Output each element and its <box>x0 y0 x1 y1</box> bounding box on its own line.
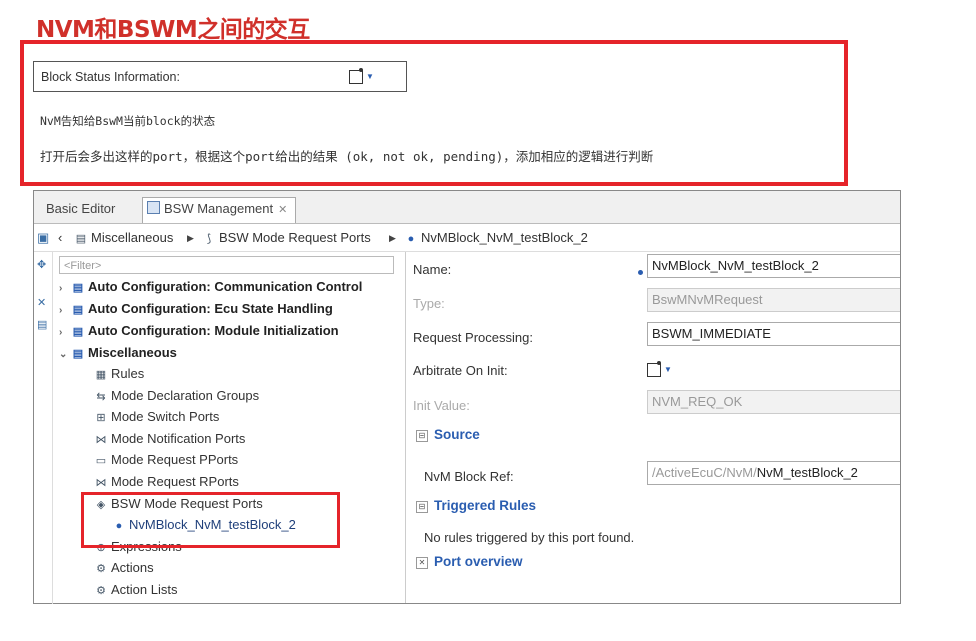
init-value-label: Init Value: <box>413 398 470 413</box>
toolbar-link-icon[interactable]: ✥ <box>37 258 46 271</box>
tree-node-auto-config-ecu[interactable]: › ▤ Auto Configuration: Ecu State Handling <box>59 300 333 319</box>
block-status-combo[interactable]: Block Status Information: ▼ <box>33 61 407 92</box>
container-icon: ▤ <box>72 304 84 316</box>
tree-node-rules[interactable]: ▦ Rules <box>94 365 144 384</box>
notification-port-icon: ⋈ <box>95 434 107 446</box>
tab-bsw-management[interactable]: BSW Management ✕ <box>142 197 297 223</box>
folder-icon: ▤ <box>75 233 87 245</box>
type-field: BswMNvMRequest <box>647 288 900 312</box>
tree-node-mode-request-pports[interactable]: ▭ Mode Request PPorts <box>94 451 238 470</box>
editor-tab-bar: Basic Editor BSW Management ✕ <box>34 191 900 224</box>
slide-title: NVM和BSWM之间的交互 <box>36 17 310 43</box>
arbitrate-on-init-label: Arbitrate On Init: <box>413 363 508 378</box>
required-marker-icon <box>638 270 643 275</box>
note-line-2: 打开后会多出这样的port，根据这个port给出的结果 (ok, not ok,… <box>40 149 654 164</box>
type-label: Type: <box>413 296 445 311</box>
expand-icon: ⊟ <box>416 501 428 513</box>
container-icon: ▤ <box>72 282 84 294</box>
tree-node-miscellaneous[interactable]: ⌄ ▤ Miscellaneous <box>59 344 177 363</box>
tree-node-mode-notification-ports[interactable]: ⋈ Mode Notification Ports <box>94 430 246 449</box>
nvm-block-ref-field[interactable]: /ActiveEcuC/NvM/NvM_testBlock_2 <box>647 461 900 485</box>
highlight-frame-nvm-block <box>81 492 340 548</box>
nav-back-icon[interactable]: ‹ <box>58 225 62 251</box>
action-lists-icon: ⚙ <box>96 585 106 597</box>
collapse-icon: ✕ <box>416 557 428 569</box>
editor-icon <box>147 201 160 214</box>
switch-port-icon: ⊞ <box>96 412 106 424</box>
toolbar-filter-icon[interactable]: ▤ <box>37 318 47 331</box>
breadcrumb-bsw-mode-request-ports[interactable]: ⟆ BSW Mode Request Ports <box>202 225 371 252</box>
source-section-toggle[interactable]: ⊟ Source <box>416 427 480 442</box>
tree-node-mode-declaration-groups[interactable]: ⇆ Mode Declaration Groups <box>94 387 259 406</box>
block-status-label: Block Status Information: <box>41 70 180 84</box>
nvm-block-ref-label: NvM Block Ref: <box>424 469 514 484</box>
tab-basic-editor[interactable]: Basic Editor <box>46 198 115 222</box>
tree-node-mode-request-rports[interactable]: ⋈ Mode Request RPorts <box>94 473 239 492</box>
pport-icon: ▭ <box>95 455 107 467</box>
navigation-tree: <Filter> › ▤ Auto Configuration: Communica… <box>54 252 406 603</box>
name-field[interactable]: NvMBlock_NvM_testBlock_2 <box>647 254 900 278</box>
note-line-1: NvM告知给BswM当前block的状态 <box>40 114 216 128</box>
arbitrate-checkbox-icon[interactable]: ▼ <box>647 361 675 379</box>
tree-node-action-lists[interactable]: ⚙ Action Lists <box>94 581 177 600</box>
breadcrumb-separator-icon: ▶ <box>187 233 194 243</box>
mode-declaration-icon: ⇆ <box>96 391 106 403</box>
name-label: Name: <box>413 262 452 277</box>
port-overview-section-toggle[interactable]: ✕ Port overview <box>416 554 523 569</box>
left-toolbar: ✥ ✕ ▤ <box>34 252 53 604</box>
init-value-field: NVM_REQ_OK <box>647 390 900 414</box>
tree-node-actions[interactable]: ⚙ Actions <box>94 559 154 578</box>
nav-home-icon[interactable]: ▣ <box>37 225 49 251</box>
actions-icon: ⚙ <box>96 563 106 575</box>
properties-panel: Name: NvMBlock_NvM_testBlock_2 Type: Bsw… <box>406 252 900 603</box>
request-processing-label: Request Processing: <box>413 330 533 345</box>
close-tab-icon[interactable]: ✕ <box>278 204 287 216</box>
triggered-rules-section-toggle[interactable]: ⊟ Triggered Rules <box>416 498 536 513</box>
rules-icon: ▦ <box>95 369 107 381</box>
rport-icon: ⋈ <box>95 477 107 489</box>
breadcrumb-nvm-block[interactable]: ● NvMBlock_NvM_testBlock_2 <box>404 225 588 252</box>
breadcrumb-miscellaneous[interactable]: ▤ Miscellaneous <box>74 225 174 252</box>
tree-filter-input[interactable]: <Filter> <box>59 256 394 274</box>
container-icon: ▤ <box>72 326 84 338</box>
breadcrumb: ▣ ‹ ▤ Miscellaneous ▶ ⟆ BSW Mode Request P… <box>34 225 900 252</box>
folder-icon: ▤ <box>72 348 84 360</box>
ports-icon: ⟆ <box>206 233 212 245</box>
toolbar-collapse-icon[interactable]: ✕ <box>37 296 46 309</box>
port-icon: ● <box>407 233 415 245</box>
tree-node-auto-config-comm[interactable]: › ▤ Auto Configuration: Communication Cont… <box>59 278 362 297</box>
no-rules-message: No rules triggered by this port found. <box>424 530 635 545</box>
tree-node-mode-switch-ports[interactable]: ⊞ Mode Switch Ports <box>94 408 219 427</box>
expand-icon: ⊟ <box>416 430 428 442</box>
request-processing-field[interactable]: BSWM_IMMEDIATE <box>647 322 900 346</box>
breadcrumb-separator-icon: ▶ <box>389 233 396 243</box>
tree-node-auto-config-init[interactable]: › ▤ Auto Configuration: Module Initializat… <box>59 322 339 341</box>
